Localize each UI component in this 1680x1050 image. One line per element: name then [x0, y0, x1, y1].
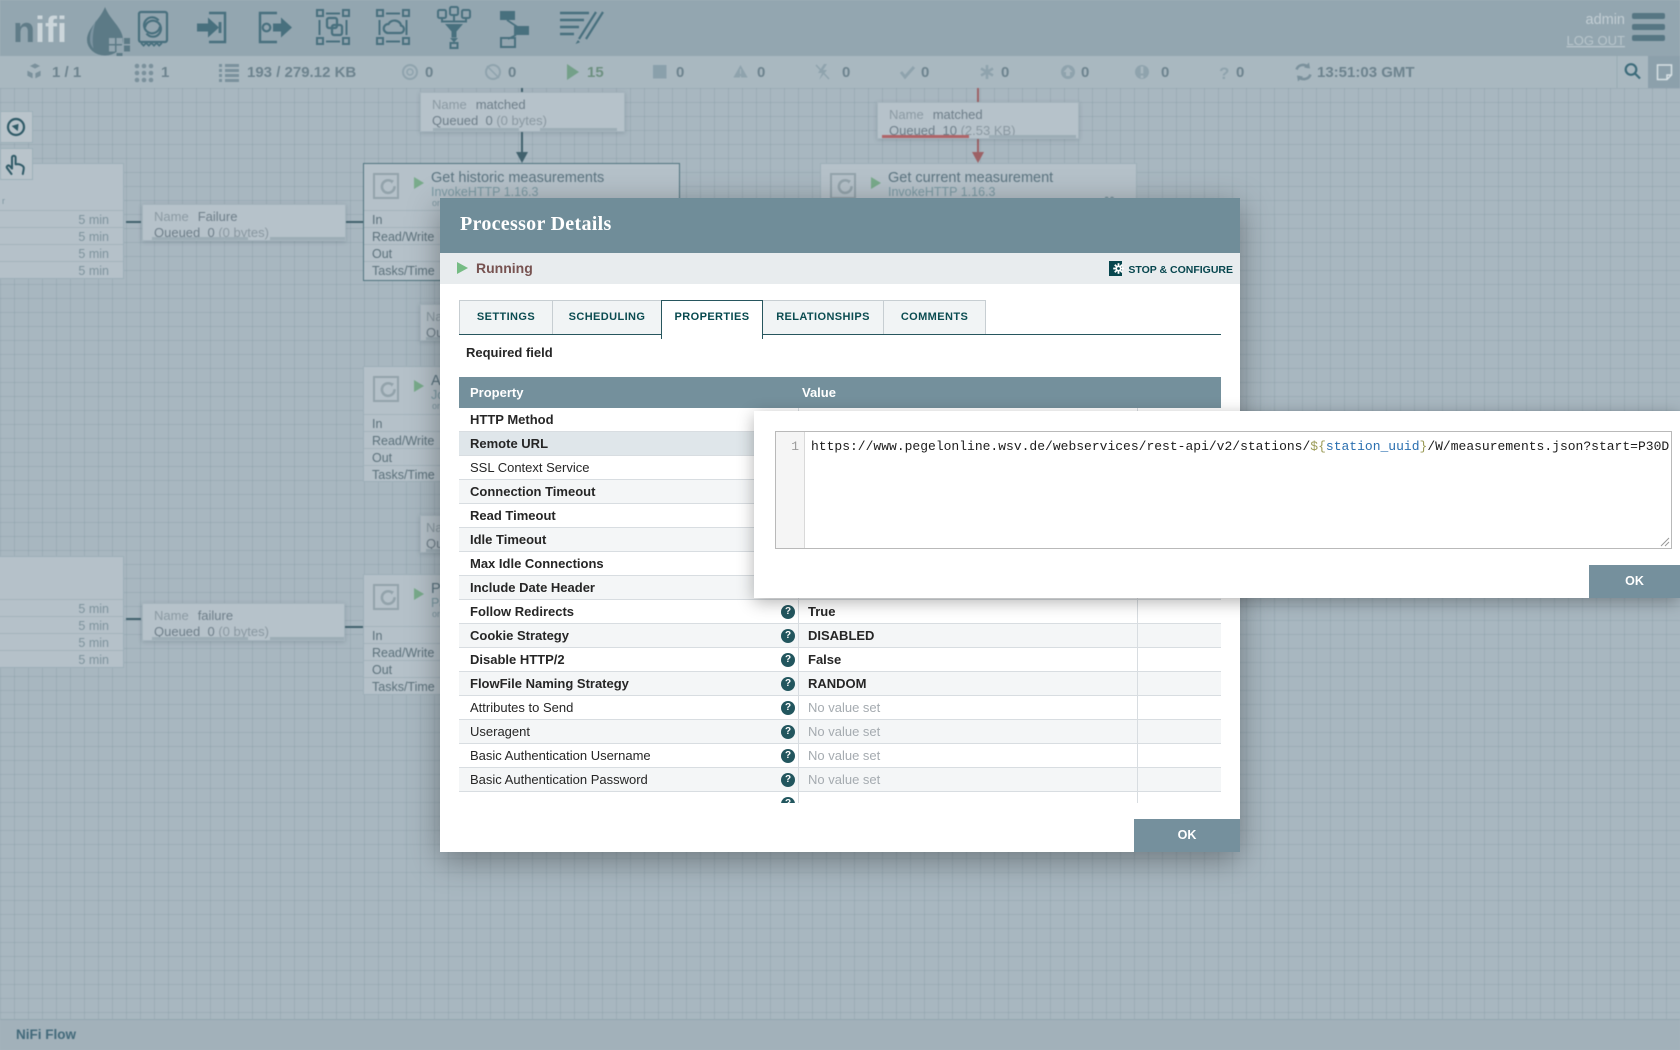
svg-text:LOG OUT: LOG OUT	[1566, 33, 1625, 48]
svg-text:n: n	[13, 9, 35, 50]
svg-text:admin: admin	[1586, 12, 1626, 28]
svg-text:?: ?	[1219, 64, 1229, 83]
svg-text:ifi: ifi	[35, 9, 67, 50]
